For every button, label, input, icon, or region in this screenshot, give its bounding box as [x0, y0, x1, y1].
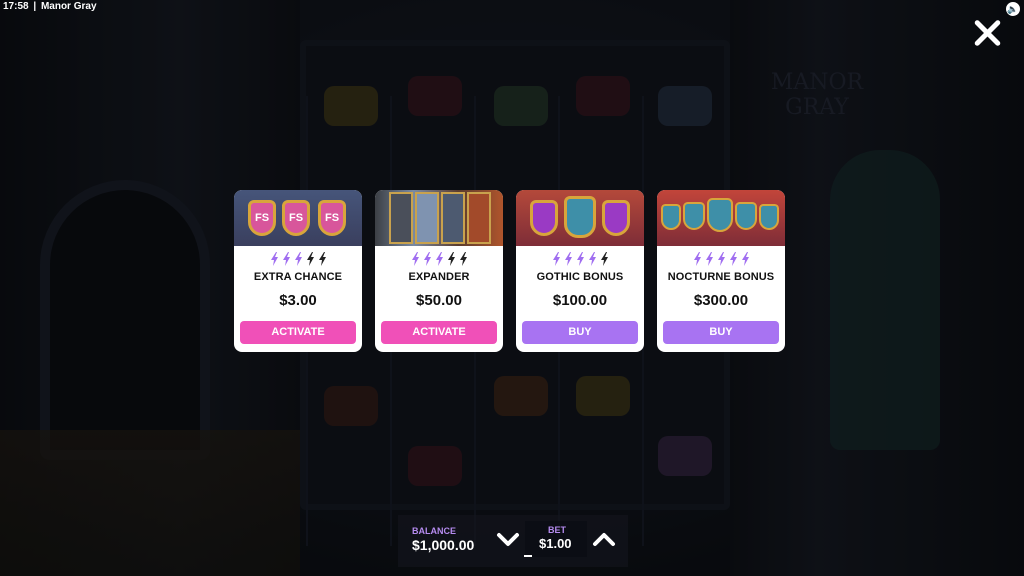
game-title: Manor Gray: [40, 1, 97, 12]
volatility-bolts: [516, 252, 644, 266]
card-price: $3.00: [279, 292, 317, 309]
volatility-bolts: [375, 252, 503, 266]
bolt-icon-inactive: [306, 252, 315, 266]
sound-icon[interactable]: 🔈: [1006, 2, 1020, 16]
fs-shield-icon: FS: [318, 200, 346, 236]
bet-label: BET: [548, 525, 566, 535]
bolt-icon-inactive: [600, 252, 609, 266]
card-expander: EXPANDER $50.00 ACTIVATE: [375, 190, 503, 352]
bet-underline: [524, 555, 532, 557]
activate-button[interactable]: ACTIVATE: [240, 321, 356, 344]
fs-shield-icon: FS: [248, 200, 276, 236]
bet-value: $1.00: [539, 536, 572, 551]
buy-button[interactable]: BUY: [522, 321, 638, 344]
separator: |: [33, 1, 37, 12]
bolt-icon-active: [588, 252, 597, 266]
card-gothic-bonus: GOTHIC BONUS $100.00 BUY: [516, 190, 644, 352]
bolt-icon-active: [564, 252, 573, 266]
card-extra-chance: FS FS FS EXTRA CHANCE $3.00 ACTIVATE: [234, 190, 362, 352]
expander-art: [375, 190, 503, 246]
bet-decrease-chevron-down-icon[interactable]: [496, 532, 520, 548]
card-name: EXPANDER: [408, 271, 470, 283]
card-price: $300.00: [693, 292, 749, 309]
card-name: NOCTURNE BONUS: [667, 271, 775, 283]
nocturne-bonus-art: [657, 190, 785, 246]
card-name: GOTHIC BONUS: [536, 271, 624, 283]
shield-icon: [759, 204, 779, 230]
bolt-icon-active: [693, 252, 702, 266]
card-name: EXTRA CHANCE: [253, 271, 343, 283]
volatility-bolts: [234, 252, 362, 266]
clock: 17:58: [3, 1, 29, 12]
bolt-icon-inactive: [447, 252, 456, 266]
card-nocturne-bonus: NOCTURNE BONUS $300.00 BUY: [657, 190, 785, 352]
fs-shield-icon: FS: [282, 200, 310, 236]
card-price: $100.00: [552, 292, 608, 309]
bolt-icon-inactive: [318, 252, 327, 266]
bet-increase-chevron-up-icon[interactable]: [592, 531, 616, 547]
bolt-icon-active: [552, 252, 561, 266]
shield-icon: [564, 196, 596, 238]
extra-chance-art: FS FS FS: [234, 190, 362, 246]
bolt-icon-active: [294, 252, 303, 266]
shield-icon: [661, 204, 681, 230]
bolt-icon-active: [435, 252, 444, 266]
balance-label: BALANCE: [412, 526, 456, 536]
card-price: $50.00: [416, 292, 462, 309]
shield-icon: [530, 200, 558, 236]
bolt-icon-active: [282, 252, 291, 266]
bolt-icon-inactive: [459, 252, 468, 266]
status-line: 17:58 | Manor Gray: [3, 1, 97, 12]
bolt-icon-active: [729, 252, 738, 266]
shield-icon: [707, 198, 733, 232]
bolt-icon-active: [717, 252, 726, 266]
activate-button[interactable]: ACTIVATE: [381, 321, 497, 344]
bolt-icon-active: [411, 252, 420, 266]
feature-buy-cards: FS FS FS EXTRA CHANCE $3.00 ACTIVATE EXP…: [234, 190, 786, 352]
bolt-icon-active: [423, 252, 432, 266]
bolt-icon-active: [705, 252, 714, 266]
close-icon[interactable]: [972, 18, 1002, 48]
shield-icon: [602, 200, 630, 236]
balance-value: $1,000.00: [412, 537, 475, 553]
bolt-icon-active: [270, 252, 279, 266]
shield-icon: [683, 202, 705, 230]
bottom-bar: BALANCE $1,000.00 BET $1.00: [398, 515, 628, 567]
bolt-icon-active: [741, 252, 750, 266]
bolt-icon-active: [576, 252, 585, 266]
buy-button[interactable]: BUY: [663, 321, 779, 344]
shield-icon: [735, 202, 757, 230]
volatility-bolts: [657, 252, 785, 266]
gothic-bonus-art: [516, 190, 644, 246]
